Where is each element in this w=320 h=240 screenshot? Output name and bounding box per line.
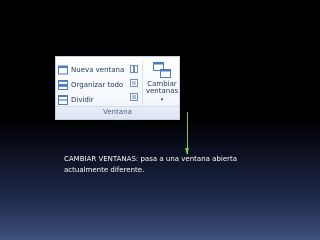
- switch-windows-label-line2: ventanas ▾: [145, 87, 179, 104]
- arrange-all-icon: [58, 80, 68, 90]
- split-icon: [58, 95, 68, 105]
- group-label: Ventana: [56, 106, 179, 119]
- split-label: Dividir: [71, 96, 94, 104]
- caption-line-2: actualmente diferente.: [64, 166, 145, 174]
- switch-windows-icon: [153, 62, 171, 78]
- new-window-icon: [58, 65, 68, 75]
- arrange-all-button[interactable]: Organizar todo: [58, 78, 123, 92]
- reset-window-position-icon[interactable]: [130, 93, 138, 101]
- caption-line-1: CAMBIAR VENTANAS: pasa a una ventana abi…: [64, 155, 238, 163]
- caption-text: CAMBIAR VENTANAS: pasa a una ventana abi…: [64, 154, 264, 176]
- arrange-all-label: Organizar todo: [71, 81, 124, 89]
- side-by-side-icon[interactable]: [130, 65, 138, 73]
- ribbon-separator: [142, 61, 143, 105]
- new-window-label: Nueva ventana: [71, 66, 125, 74]
- new-window-button[interactable]: Nueva ventana: [58, 63, 124, 77]
- ribbon-window-group: Nueva ventana Organizar todo Dividir Cam…: [55, 56, 180, 120]
- sync-scroll-icon[interactable]: [130, 79, 138, 87]
- switch-windows-button[interactable]: Cambiar ventanas ▾: [145, 62, 179, 106]
- slide-background: [0, 0, 320, 240]
- split-button[interactable]: Dividir: [58, 93, 94, 107]
- dropdown-arrow-icon: ▾: [160, 97, 164, 103]
